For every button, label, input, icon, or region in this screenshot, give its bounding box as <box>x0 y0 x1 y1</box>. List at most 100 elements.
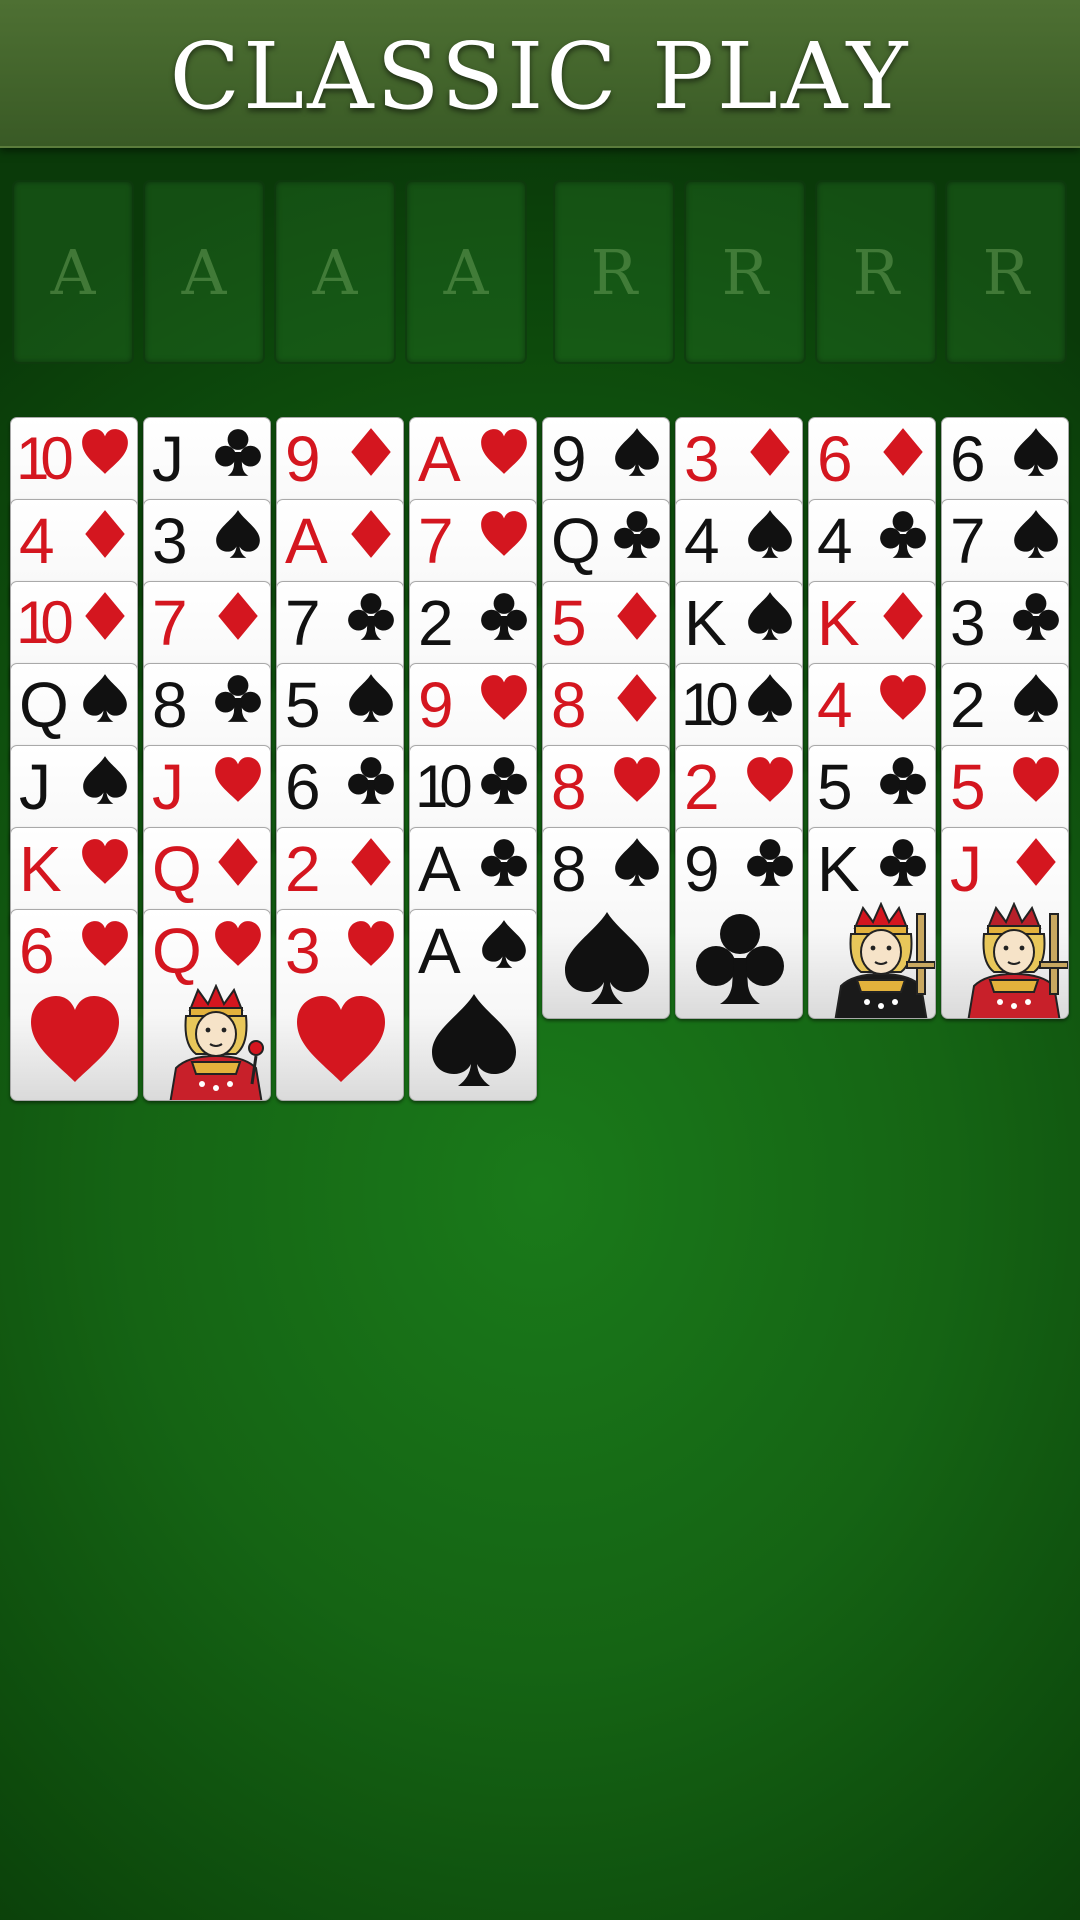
diamond-icon <box>85 592 125 640</box>
card-corner: K <box>809 828 935 908</box>
heart-icon <box>348 921 394 966</box>
card-corner: 8 <box>543 828 669 908</box>
card-rank: 9 <box>285 423 321 495</box>
spade-icon <box>349 674 393 722</box>
diamond-icon <box>85 510 125 558</box>
diamond-icon <box>617 674 657 722</box>
spade-icon <box>615 838 659 886</box>
card-rank: 8 <box>152 669 188 741</box>
club-icon <box>215 429 261 476</box>
card-rank: J <box>19 751 51 823</box>
card-corner: Q <box>11 664 137 744</box>
card-corner: Q <box>144 910 270 990</box>
card-rank: 2 <box>684 751 720 823</box>
card-rank: 3 <box>684 423 720 495</box>
club-icon <box>880 511 926 558</box>
spade-icon <box>216 510 260 558</box>
card-corner: J <box>144 746 270 826</box>
spade-icon <box>83 674 127 722</box>
card-rank: 5 <box>551 587 587 659</box>
playing-card[interactable]: A <box>409 909 537 1101</box>
card-corner: Q <box>543 500 669 580</box>
playing-card[interactable]: 8 <box>542 827 670 1019</box>
card-corner: 2 <box>277 828 403 908</box>
club-icon <box>348 593 394 640</box>
free-cell-slot[interactable]: R <box>553 180 675 364</box>
card-corner: 3 <box>942 582 1068 662</box>
slot-label: R <box>982 235 1030 309</box>
card-rank: 4 <box>817 505 853 577</box>
foundation-slot[interactable]: A <box>405 180 527 364</box>
card-corner: 8 <box>543 664 669 744</box>
card-corner: J <box>11 746 137 826</box>
j-face-figure <box>967 902 1068 1018</box>
slot-label: A <box>443 235 489 309</box>
card-rank: J <box>950 833 982 905</box>
playing-card[interactable]: 3 <box>276 909 404 1101</box>
free-cell-slot[interactable]: R <box>684 180 806 364</box>
card-corner: 5 <box>942 746 1068 826</box>
card-corner: 10 <box>11 582 137 662</box>
club-icon <box>215 675 261 722</box>
playing-card[interactable]: J <box>941 827 1069 1019</box>
card-rank: 5 <box>285 669 321 741</box>
spade-icon <box>748 592 792 640</box>
card-corner: A <box>410 910 536 990</box>
slot-label: A <box>181 235 227 309</box>
club-icon <box>481 593 527 640</box>
card-rank: 4 <box>684 505 720 577</box>
card-rank: A <box>418 915 461 987</box>
slot-label: A <box>312 235 358 309</box>
foundation-slot[interactable]: A <box>274 180 396 364</box>
card-rank: 4 <box>19 505 55 577</box>
card-rank: K <box>817 587 860 659</box>
foundation-slot[interactable]: A <box>143 180 265 364</box>
club-icon <box>1013 593 1059 640</box>
spade-icon <box>615 428 659 476</box>
card-corner: 3 <box>676 418 802 498</box>
card-corner: 7 <box>942 500 1068 580</box>
card-rank: 2 <box>285 833 321 905</box>
card-rank: J <box>152 751 184 823</box>
card-corner: 6 <box>942 418 1068 498</box>
heart-pip-icon <box>297 996 385 1082</box>
card-corner: A <box>410 828 536 908</box>
free-cell-slot[interactable]: R <box>815 180 937 364</box>
playing-card[interactable]: 6 <box>10 909 138 1101</box>
club-icon <box>747 839 793 886</box>
card-corner: 9 <box>676 828 802 908</box>
card-rank: Q <box>19 669 69 741</box>
card-rank: A <box>285 505 328 577</box>
club-icon <box>880 839 926 886</box>
card-corner: 2 <box>676 746 802 826</box>
playing-card[interactable]: K <box>808 827 936 1019</box>
card-corner: 4 <box>676 500 802 580</box>
card-corner: 4 <box>809 664 935 744</box>
heart-icon <box>82 429 128 474</box>
slot-label: R <box>590 235 638 309</box>
playing-card[interactable]: Q <box>143 909 271 1101</box>
card-corner: K <box>809 582 935 662</box>
club-icon <box>614 511 660 558</box>
spade-icon <box>1014 674 1058 722</box>
card-corner: 7 <box>144 582 270 662</box>
k-face-figure <box>834 902 935 1018</box>
foundation-slot[interactable]: A <box>12 180 134 364</box>
card-rank: K <box>817 833 860 905</box>
card-rank: 3 <box>950 587 986 659</box>
heart-icon <box>82 839 128 884</box>
card-corner: 5 <box>809 746 935 826</box>
free-cell-slot[interactable]: R <box>945 180 1067 364</box>
card-rank: 3 <box>285 915 321 987</box>
card-rank: 10 <box>415 753 473 820</box>
playing-card[interactable]: 9 <box>675 827 803 1019</box>
club-icon <box>880 757 926 804</box>
card-rank: Q <box>152 833 202 905</box>
heart-icon <box>1013 757 1059 802</box>
card-corner: 10 <box>11 418 137 498</box>
spade-icon <box>748 674 792 722</box>
slot-label: R <box>852 235 900 309</box>
diamond-icon <box>883 428 923 476</box>
card-rank: A <box>418 423 461 495</box>
card-corner: 9 <box>543 418 669 498</box>
